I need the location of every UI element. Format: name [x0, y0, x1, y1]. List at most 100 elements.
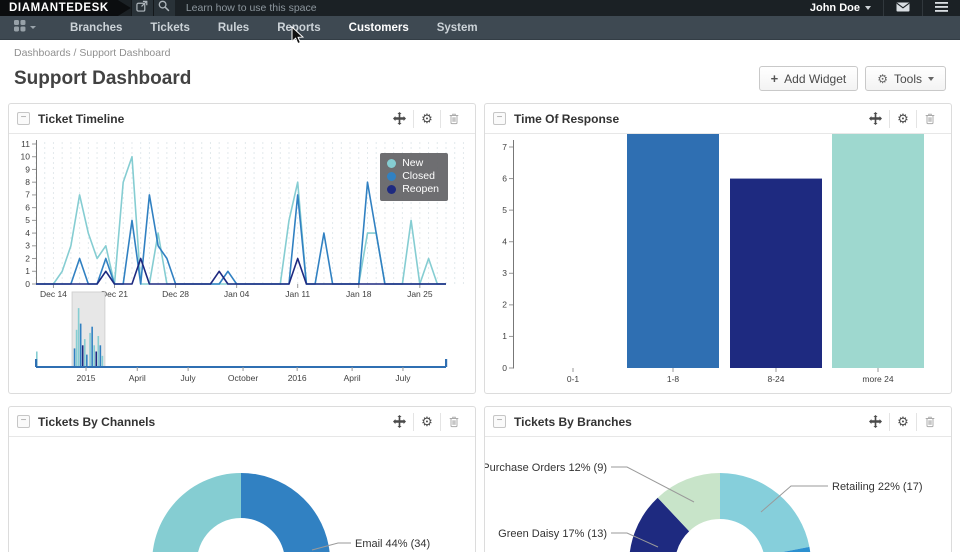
gear-icon[interactable]: ⚙ [413, 110, 440, 128]
collapse-icon[interactable]: − [493, 415, 506, 428]
svg-text:2016: 2016 [288, 373, 307, 383]
tools-button[interactable]: ⚙ Tools [865, 66, 946, 91]
legend-dot-closed [387, 172, 396, 181]
svg-text:4: 4 [25, 228, 30, 238]
svg-text:2: 2 [25, 253, 30, 263]
hamburger-icon [935, 0, 948, 17]
svg-text:6: 6 [502, 173, 507, 183]
user-name: John Doe [810, 2, 860, 14]
widget-title: Tickets By Branches [514, 415, 632, 429]
widget-actions: ⚙ [386, 413, 467, 431]
svg-text:Dec 14: Dec 14 [40, 289, 67, 299]
tickets-by-branches-chart[interactable]: Purchase Orders 12% (9)Retailing 22% (17… [485, 437, 951, 552]
svg-text:8-24: 8-24 [767, 374, 784, 384]
svg-text:9: 9 [25, 164, 30, 174]
search-button[interactable] [153, 0, 175, 16]
widget-actions: ⚙ [862, 413, 943, 431]
ticket-timeline-chart[interactable]: NewClosedReopen 01234567891011Dec 14Dec … [9, 134, 475, 392]
svg-text:Jan 18: Jan 18 [346, 289, 372, 299]
tools-label: Tools [894, 72, 922, 86]
page-header: Support Dashboard + Add Widget ⚙ Tools [0, 59, 960, 91]
menu-button[interactable] [923, 0, 960, 16]
gear-icon[interactable]: ⚙ [889, 413, 916, 431]
trash-icon[interactable] [916, 413, 943, 431]
collapse-icon[interactable]: − [17, 415, 30, 428]
svg-text:Dec 28: Dec 28 [162, 289, 189, 299]
svg-text:July: July [181, 373, 197, 383]
add-widget-button[interactable]: + Add Widget [759, 66, 859, 91]
svg-text:Jan 04: Jan 04 [224, 289, 250, 299]
caret-down-icon [30, 26, 36, 29]
gear-icon[interactable]: ⚙ [889, 110, 916, 128]
nav-item-branches[interactable]: Branches [56, 16, 136, 40]
svg-text:Green Daisy 17% (13): Green Daisy 17% (13) [498, 528, 607, 540]
apps-menu[interactable] [12, 19, 46, 37]
nav-item-customers[interactable]: Customers [335, 16, 423, 40]
svg-text:1: 1 [25, 266, 30, 276]
svg-text:8: 8 [25, 177, 30, 187]
move-icon[interactable] [386, 413, 413, 431]
topbar-right: John Doe [798, 0, 960, 16]
svg-text:Retailing 22% (17): Retailing 22% (17) [832, 481, 923, 493]
caret-down-icon [865, 6, 871, 10]
move-icon[interactable] [862, 110, 889, 128]
caret-down-icon [928, 77, 934, 81]
collapse-icon[interactable]: − [17, 112, 30, 125]
svg-text:5: 5 [502, 205, 507, 215]
svg-text:0: 0 [25, 279, 30, 289]
legend-label: Reopen [402, 183, 439, 196]
move-icon[interactable] [386, 110, 413, 128]
gear-icon: ⚙ [877, 72, 888, 86]
legend-dot-reopen [387, 185, 396, 194]
time-of-response-chart[interactable]: 012345670-11-88-24more 24 [485, 134, 951, 392]
svg-text:0: 0 [502, 363, 507, 373]
widget-title: Time Of Response [514, 112, 619, 126]
trash-icon[interactable] [916, 110, 943, 128]
apps-grid-icon [14, 19, 26, 37]
user-menu[interactable]: John Doe [798, 0, 883, 16]
legend-dot-new [387, 159, 396, 168]
widget-title: Tickets By Channels [38, 415, 155, 429]
mouse-cursor [291, 26, 304, 50]
svg-text:4: 4 [502, 237, 507, 247]
widget-actions: ⚙ [862, 110, 943, 128]
svg-text:3: 3 [25, 241, 30, 251]
page-title: Support Dashboard [14, 68, 191, 90]
svg-text:6: 6 [25, 202, 30, 212]
svg-text:Jan 11: Jan 11 [285, 289, 310, 299]
goto-button[interactable] [131, 0, 153, 16]
svg-text:April: April [344, 373, 361, 383]
svg-text:7: 7 [25, 190, 30, 200]
search-hint-text[interactable]: Learn how to use this space [186, 0, 317, 16]
nav-item-tickets[interactable]: Tickets [136, 16, 203, 40]
svg-text:July: July [395, 373, 411, 383]
nav-item-rules[interactable]: Rules [204, 16, 263, 40]
add-widget-label: Add Widget [784, 72, 846, 86]
tickets-by-channels-chart[interactable]: Email 44% (34) [9, 437, 475, 552]
nav-item-system[interactable]: System [423, 16, 492, 40]
legend-label: Closed [402, 170, 435, 183]
breadcrumb-parent[interactable]: Dashboards [14, 47, 71, 59]
gear-icon[interactable]: ⚙ [413, 413, 440, 431]
svg-text:5: 5 [25, 215, 30, 225]
breadcrumb-separator: / [74, 47, 77, 59]
trash-icon[interactable] [440, 110, 467, 128]
svg-text:11: 11 [21, 139, 30, 149]
svg-text:2015: 2015 [77, 373, 96, 383]
legend-label: New [402, 157, 423, 170]
widget-time-of-response: − Time Of Response ⚙ 012345670-11-88-24m… [484, 103, 952, 394]
widget-actions: ⚙ [386, 110, 467, 128]
brand-logo[interactable]: DIAMANTEDESK [0, 0, 131, 16]
collapse-icon[interactable]: − [493, 112, 506, 125]
plus-icon: + [771, 71, 779, 86]
page-actions: + Add Widget ⚙ Tools [759, 66, 946, 91]
search-icon [158, 0, 170, 17]
trash-icon[interactable] [440, 413, 467, 431]
top-bar: DIAMANTEDESK Learn how to use this space… [0, 0, 960, 16]
messages-button[interactable] [884, 0, 922, 16]
move-icon[interactable] [862, 413, 889, 431]
svg-text:Email 44% (34): Email 44% (34) [355, 538, 430, 550]
svg-text:more 24: more 24 [862, 374, 893, 384]
widget-ticket-timeline: − Ticket Timeline ⚙ NewClosedReopen 0123… [8, 103, 476, 394]
breadcrumb: Dashboards / Support Dashboard [0, 40, 960, 59]
